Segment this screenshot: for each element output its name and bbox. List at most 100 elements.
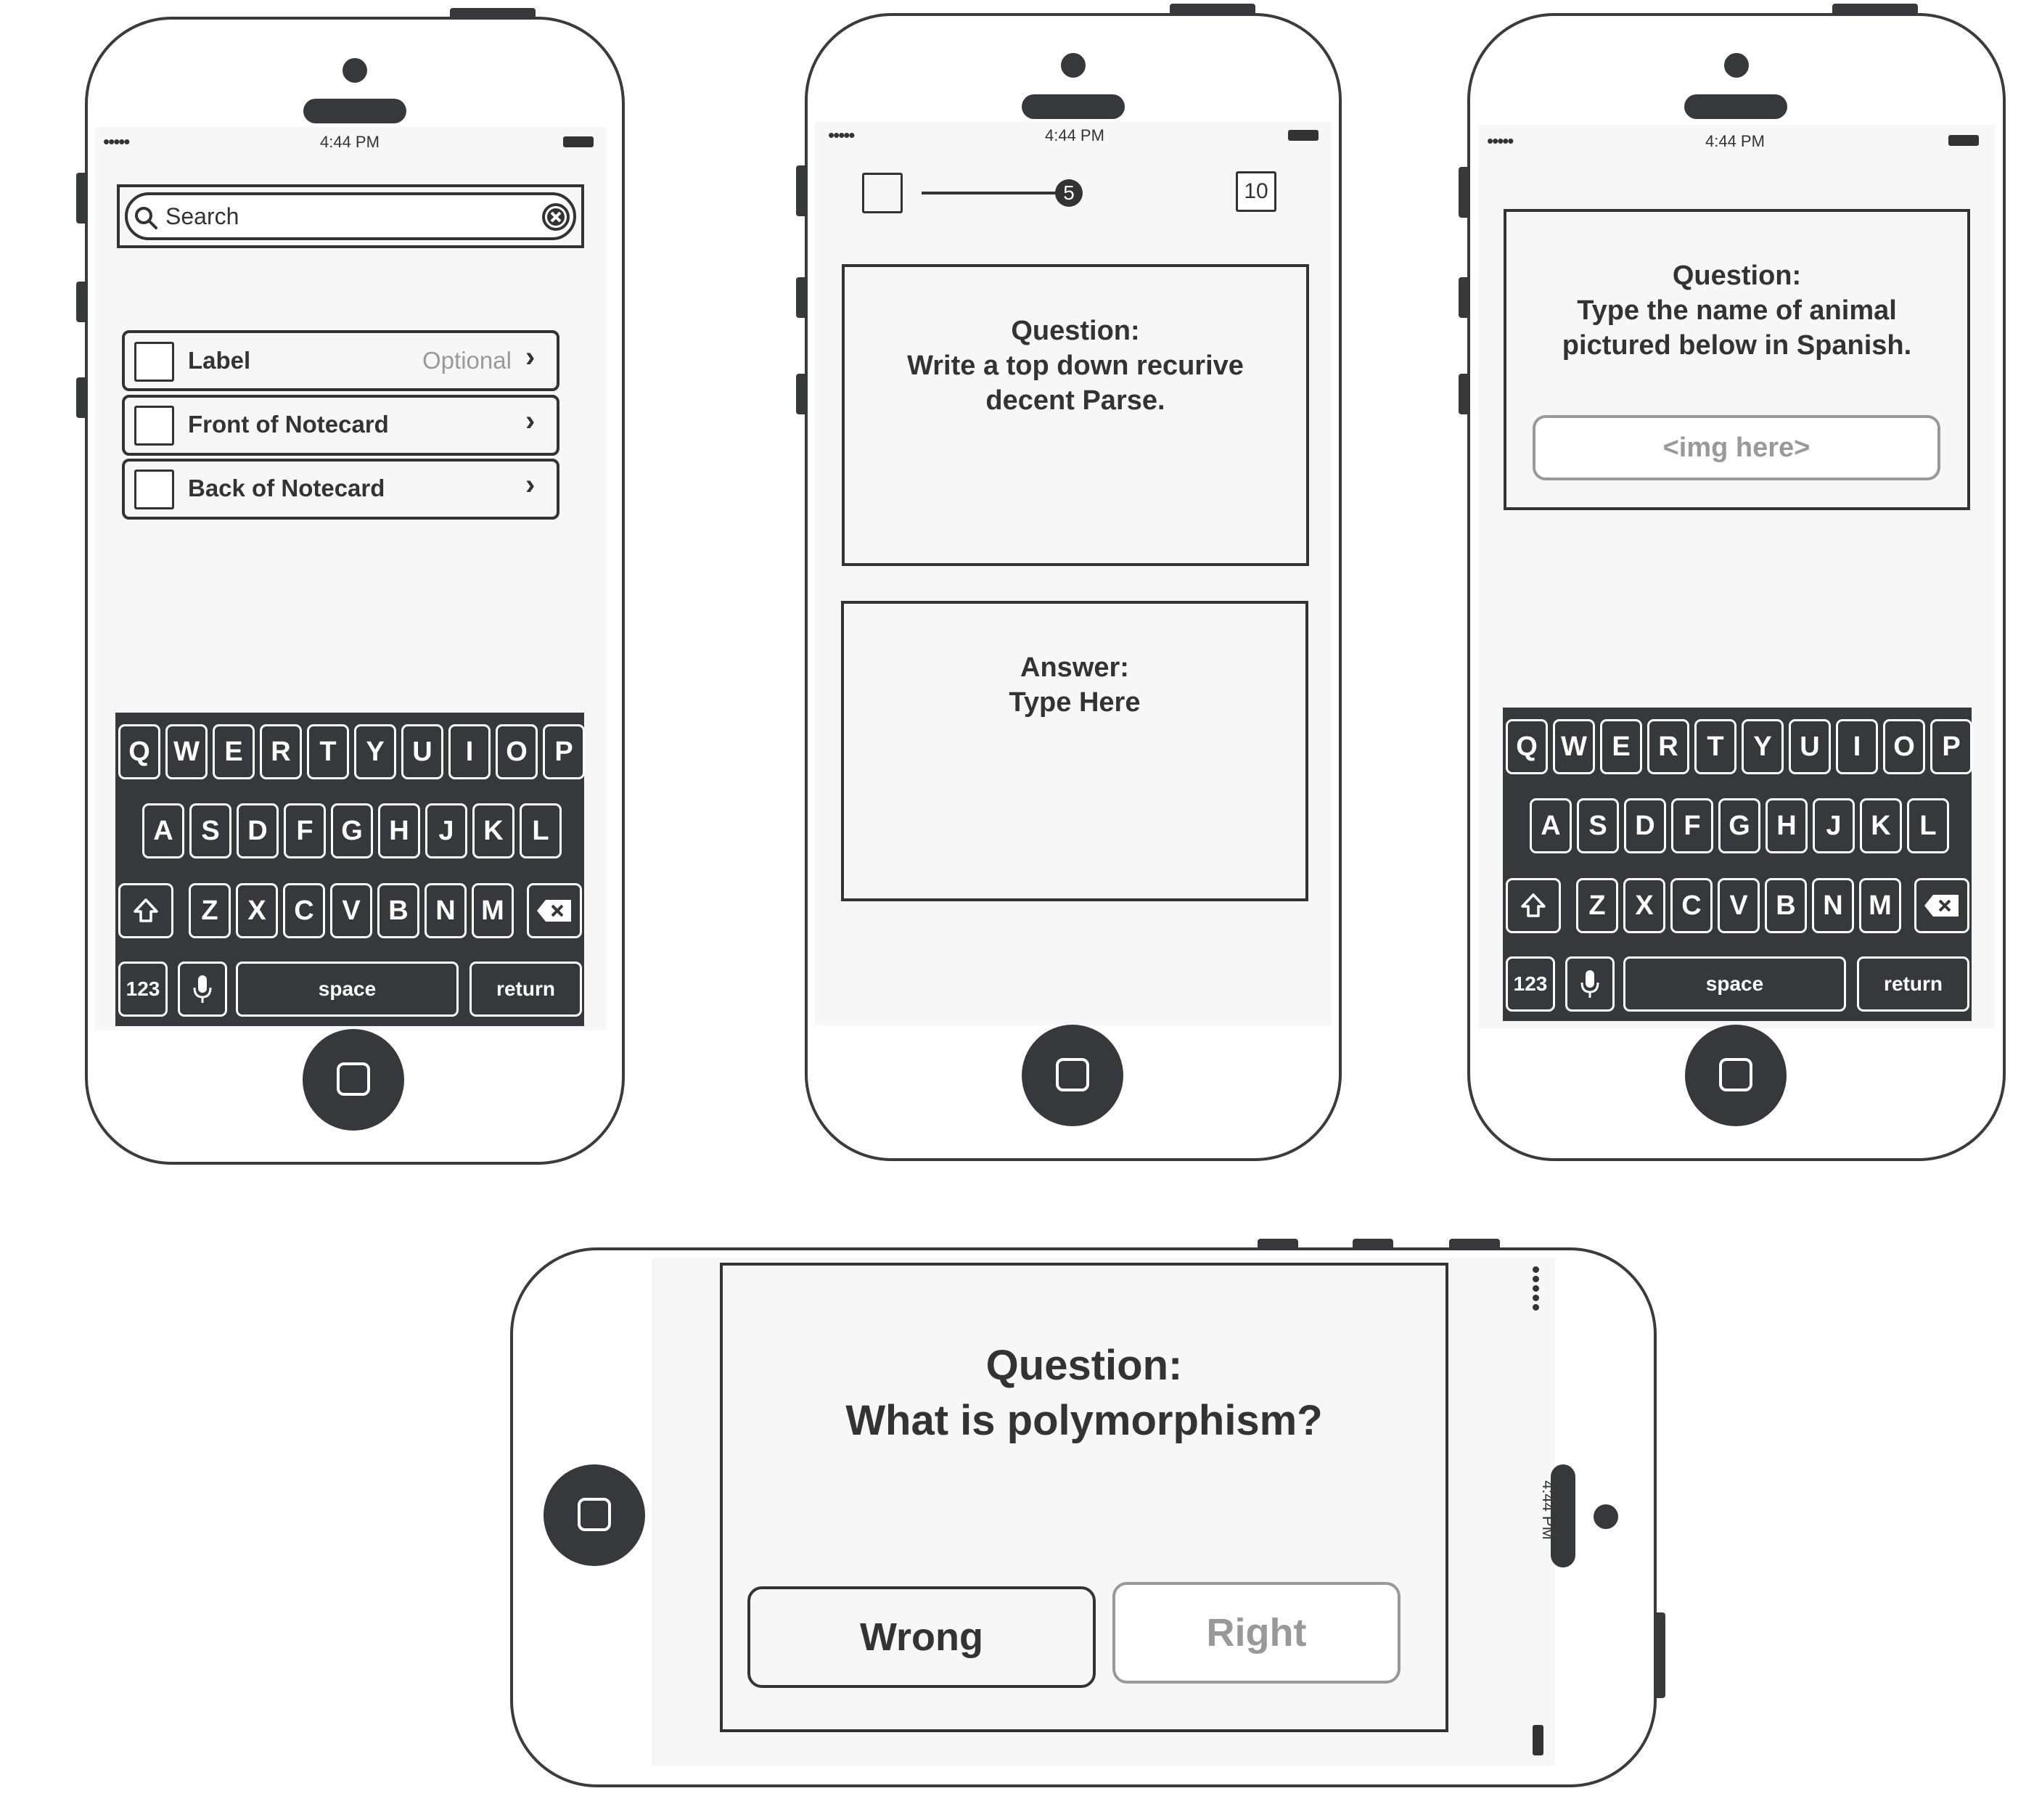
kb3-key-z[interactable]: Z <box>1576 878 1618 933</box>
clear-icon[interactable] <box>541 202 570 231</box>
kb1-key-p[interactable]: P <box>543 724 585 779</box>
kb1-key-j[interactable]: J <box>425 803 467 858</box>
right-button[interactable]: Right <box>1112 1582 1401 1684</box>
kb3-key-o[interactable]: O <box>1883 719 1925 774</box>
status-time: 4:44 PM <box>1705 132 1765 150</box>
kb1-key-r[interactable]: R <box>260 724 302 779</box>
power-button <box>1654 1612 1665 1698</box>
kb3-numbers-key[interactable]: 123 <box>1506 956 1555 1012</box>
image-placeholder: <img here> <box>1533 415 1940 480</box>
kb1-key-a[interactable]: A <box>142 803 184 858</box>
chevron-right-icon: › <box>525 405 536 437</box>
checkbox-label[interactable] <box>134 342 174 382</box>
counter-badge: 10 <box>1236 171 1276 212</box>
kb1-key-c[interactable]: C <box>283 883 325 938</box>
kb3-key-d[interactable]: D <box>1624 798 1666 853</box>
kb3-key-r[interactable]: R <box>1647 719 1689 774</box>
volume-down <box>1449 1239 1500 1250</box>
progress-slider-thumb[interactable]: 5 <box>1055 179 1083 207</box>
kb1-numbers-key[interactable]: 123 <box>118 962 168 1017</box>
kb1-key-o[interactable]: O <box>496 724 538 779</box>
kb3-key-t[interactable]: T <box>1694 719 1736 774</box>
signal-indicator <box>1533 1266 1540 1311</box>
power-button <box>450 8 536 20</box>
delete-icon[interactable] <box>527 883 582 938</box>
kb1-key-s[interactable]: S <box>189 803 231 858</box>
kb1-key-m[interactable]: M <box>472 883 514 938</box>
kb3-key-g[interactable]: G <box>1718 798 1760 853</box>
kb3-key-p[interactable]: P <box>1930 719 1972 774</box>
kb3-key-c[interactable]: C <box>1670 878 1713 933</box>
kb1-key-x[interactable]: X <box>236 883 278 938</box>
home-button-icon <box>337 1062 370 1096</box>
kb1-key-b[interactable]: B <box>377 883 419 938</box>
kb1-key-q[interactable]: Q <box>118 724 160 779</box>
checkbox-back[interactable] <box>134 470 174 509</box>
kb1-key-k[interactable]: K <box>472 803 514 858</box>
status-time: 4:44 PM <box>320 133 380 151</box>
volume-up <box>76 282 88 322</box>
question-text: Type the name of animal pictured below i… <box>1562 295 1912 361</box>
kb1-key-y[interactable]: Y <box>354 724 396 779</box>
kb1-space-key[interactable]: space <box>236 962 459 1017</box>
kb1-key-i[interactable]: I <box>448 724 491 779</box>
earpiece <box>1551 1464 1575 1567</box>
kb1-key-h[interactable]: H <box>378 803 420 858</box>
kb3-key-k[interactable]: K <box>1860 798 1902 853</box>
kb3-key-n[interactable]: N <box>1812 878 1854 933</box>
kb1-key-z[interactable]: Z <box>189 883 231 938</box>
question-text: What is polymorphism? <box>845 1397 1323 1444</box>
kb3-key-x[interactable]: X <box>1623 878 1665 933</box>
kb1-key-d[interactable]: D <box>237 803 279 858</box>
checkbox-front[interactable] <box>134 406 174 446</box>
battery-icon <box>563 136 594 147</box>
kb1-key-u[interactable]: U <box>401 724 443 779</box>
home-button-icon <box>578 1498 611 1531</box>
kb3-key-l[interactable]: L <box>1907 798 1949 853</box>
kb3-key-j[interactable]: J <box>1813 798 1855 853</box>
kb3-key-a[interactable]: A <box>1530 798 1572 853</box>
kb3-return-key[interactable]: return <box>1857 956 1969 1012</box>
kb3-key-h[interactable]: H <box>1766 798 1808 853</box>
kb1-key-t[interactable]: T <box>307 724 349 779</box>
delete-icon[interactable] <box>1914 878 1969 933</box>
kb1-key-l[interactable]: L <box>520 803 562 858</box>
checkbox[interactable] <box>862 173 903 213</box>
front-camera <box>1061 53 1086 78</box>
kb1-key-n[interactable]: N <box>425 883 467 938</box>
progress-slider-track[interactable] <box>922 192 1059 194</box>
kb3-key-f[interactable]: F <box>1671 798 1713 853</box>
kb3-key-b[interactable]: B <box>1765 878 1807 933</box>
wrong-button[interactable]: Wrong <box>747 1586 1096 1688</box>
answer-field[interactable]: Answer: Type Here <box>841 601 1308 901</box>
kb3-key-u[interactable]: U <box>1789 719 1831 774</box>
shift-icon[interactable] <box>1506 878 1561 933</box>
kb3-key-e[interactable]: E <box>1600 719 1642 774</box>
list-item-label-text: Label <box>188 347 251 374</box>
kb3-key-w[interactable]: W <box>1553 719 1595 774</box>
kb3-key-q[interactable]: Q <box>1506 719 1548 774</box>
kb1-key-f[interactable]: F <box>284 803 326 858</box>
battery-icon <box>1288 130 1319 141</box>
volume-rocker <box>796 165 808 216</box>
kb3-space-key[interactable]: space <box>1623 956 1846 1012</box>
volume-down <box>796 374 808 414</box>
microphone-icon[interactable] <box>178 962 227 1017</box>
search-icon <box>135 207 157 229</box>
chevron-right-icon: › <box>525 341 536 373</box>
kb3-key-s[interactable]: S <box>1577 798 1619 853</box>
kb3-key-y[interactable]: Y <box>1742 719 1784 774</box>
kb1-key-w[interactable]: W <box>165 724 208 779</box>
home-button-icon <box>1719 1058 1752 1091</box>
battery-icon <box>1533 1725 1543 1755</box>
kb3-key-v[interactable]: V <box>1718 878 1760 933</box>
kb1-key-e[interactable]: E <box>213 724 255 779</box>
kb3-key-i[interactable]: I <box>1836 719 1878 774</box>
earpiece <box>1022 94 1125 119</box>
kb1-key-g[interactable]: G <box>331 803 373 858</box>
kb3-key-m[interactable]: M <box>1859 878 1901 933</box>
shift-icon[interactable] <box>118 883 173 938</box>
kb1-return-key[interactable]: return <box>469 962 582 1017</box>
microphone-icon[interactable] <box>1565 956 1615 1012</box>
kb1-key-v[interactable]: V <box>330 883 372 938</box>
